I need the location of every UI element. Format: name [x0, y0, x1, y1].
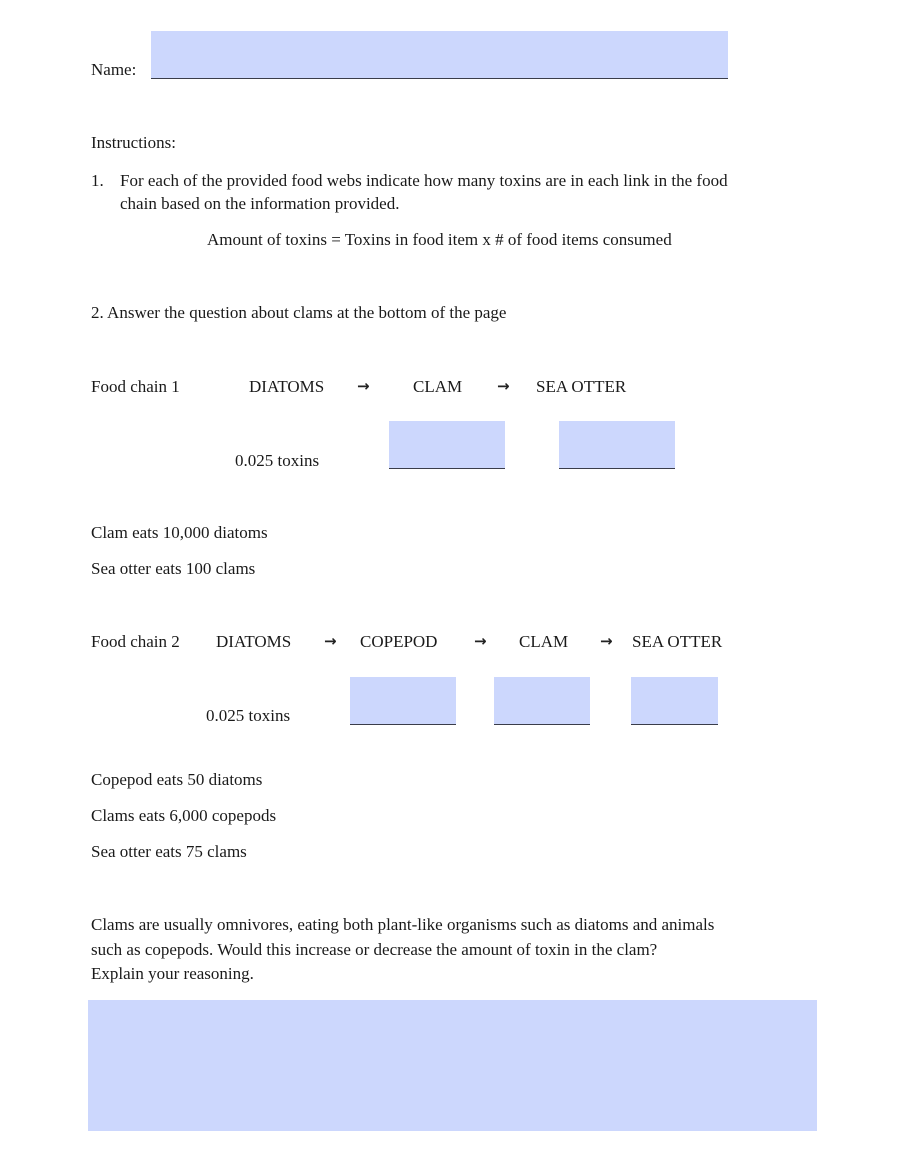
question-line-1: Clams are usually omnivores, eating both…	[91, 915, 715, 934]
chain-2-starting-toxins: 0.025 toxins	[206, 706, 291, 725]
chain-2-fact: Clams eats 6,000 copepods	[91, 806, 277, 825]
chain-2-organism-copepod: COPEPOD	[360, 632, 438, 651]
chain-1-sea-otter-underline	[559, 468, 675, 469]
chain-2-sea-otter-underline	[631, 724, 718, 725]
instruction-1-number: 1.	[91, 171, 104, 190]
chain-2-clam-underline	[494, 724, 590, 725]
chain-1-sea-otter-toxins-input[interactable]	[559, 421, 675, 468]
chain-1-clam-underline	[389, 468, 505, 469]
arrow-right-icon: →	[324, 632, 337, 650]
question-line-2: such as copepods. Would this increase or…	[91, 940, 658, 959]
clam-answer-textarea[interactable]	[88, 1000, 817, 1131]
chain-1-fact: Sea otter eats 100 clams	[91, 559, 256, 578]
toxin-formula: Amount of toxins = Toxins in food item x…	[207, 230, 672, 249]
arrow-right-icon: →	[600, 632, 613, 650]
name-label: Name:	[91, 60, 137, 79]
chain-2-fact: Copepod eats 50 diatoms	[91, 770, 263, 789]
chain-2-organism-diatoms: DIATOMS	[216, 632, 292, 651]
chain-2-copepod-underline	[350, 724, 456, 725]
chain-1-starting-toxins: 0.025 toxins	[235, 451, 320, 470]
food-chain-1-label: Food chain 1	[91, 377, 180, 396]
chain-1-organism-sea-otter: SEA OTTER	[536, 377, 627, 396]
chain-1-organism-clam: CLAM	[413, 377, 463, 396]
chain-2-sea-otter-toxins-input[interactable]	[631, 677, 718, 724]
question-line-3: Explain your reasoning.	[91, 964, 254, 983]
name-input[interactable]	[151, 31, 728, 78]
instruction-2: 2. Answer the question about clams at th…	[91, 303, 507, 322]
chain-2-organism-clam: CLAM	[519, 632, 569, 651]
food-chain-2-label: Food chain 2	[91, 632, 180, 651]
instruction-1-line-2: chain based on the information provided.	[120, 194, 400, 213]
instructions-heading: Instructions:	[91, 133, 176, 152]
chain-1-clam-toxins-input[interactable]	[389, 421, 505, 468]
instruction-1-line-1: For each of the provided food webs indic…	[120, 171, 728, 190]
chain-2-fact: Sea otter eats 75 clams	[91, 842, 247, 861]
arrow-right-icon: →	[357, 377, 370, 395]
arrow-right-icon: →	[497, 377, 510, 395]
name-underline	[151, 78, 728, 79]
arrow-right-icon: →	[474, 632, 487, 650]
chain-1-fact: Clam eats 10,000 diatoms	[91, 523, 268, 542]
chain-2-copepod-toxins-input[interactable]	[350, 677, 456, 724]
chain-2-clam-toxins-input[interactable]	[494, 677, 590, 724]
chain-2-organism-sea-otter: SEA OTTER	[632, 632, 723, 651]
chain-1-organism-diatoms: DIATOMS	[249, 377, 325, 396]
